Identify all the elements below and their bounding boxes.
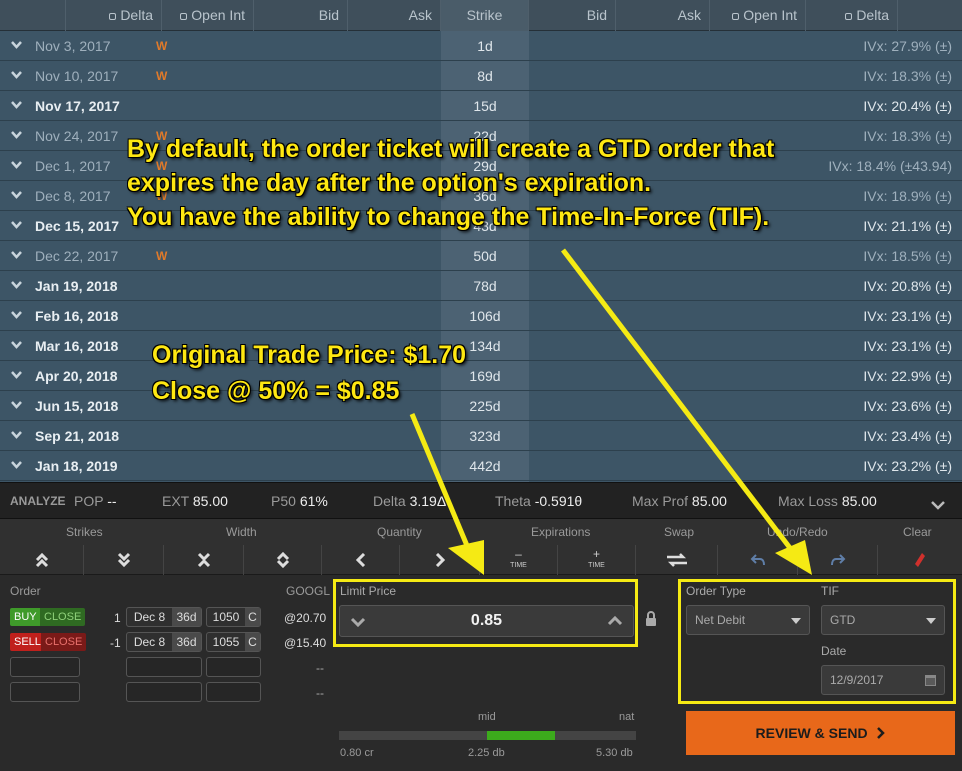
- tif-annotation: By default, the order ticket will create…: [127, 135, 775, 231]
- arrow-to-limit-price: [409, 413, 484, 575]
- price-annotation: Original Trade Price: $1.70 Close @ 50% …: [152, 341, 467, 405]
- arrow-to-tif: [561, 248, 812, 575]
- annotation-arrows: [409, 248, 812, 575]
